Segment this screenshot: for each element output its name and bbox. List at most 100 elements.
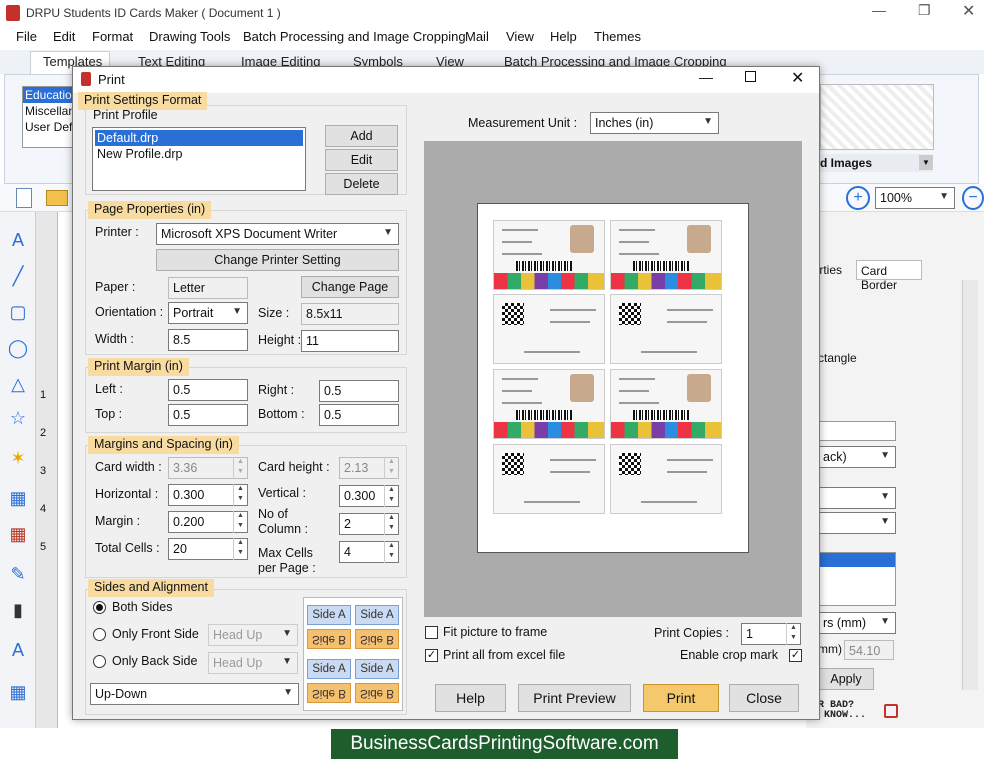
app-close-icon[interactable]: ✕ xyxy=(962,1,975,21)
enable-crop-checkbox[interactable]: ✓ xyxy=(789,649,802,662)
unit-select[interactable]: rs (mm) ▼ xyxy=(818,612,896,634)
size-field[interactable]: 54.10 xyxy=(844,640,894,660)
close-button[interactable]: Close xyxy=(729,684,799,712)
profile-item[interactable]: New Profile.drp xyxy=(95,146,303,162)
apply-button[interactable]: Apply xyxy=(818,668,874,690)
only-back-radio[interactable] xyxy=(93,655,106,668)
horizontal-spinner[interactable]: ▲ ▼ xyxy=(233,484,247,506)
card-height-label: Card height : xyxy=(258,460,330,474)
new-document-icon[interactable] xyxy=(16,188,32,208)
gallery-dropdown-icon[interactable]: ▼ xyxy=(919,155,933,170)
template-category-list[interactable]: Educatio Miscellan User Defi xyxy=(22,86,78,148)
menu-mail[interactable]: Mail xyxy=(465,29,489,44)
profile-list[interactable]: Default.drp New Profile.drp xyxy=(92,127,306,191)
zoom-in-icon[interactable]: + xyxy=(846,186,870,210)
preview-card-front xyxy=(493,369,605,439)
star-tool-icon[interactable]: ☆ xyxy=(6,406,30,430)
menu-batch[interactable]: Batch Processing and Image Cropping xyxy=(243,29,466,44)
top-margin-field[interactable]: 0.5 xyxy=(168,404,248,426)
properties-scrollbar[interactable] xyxy=(962,280,978,690)
bottom-margin-field[interactable]: 0.5 xyxy=(319,404,399,426)
dialog-maximize-icon[interactable] xyxy=(745,71,756,82)
zoom-select[interactable]: 100% ▼ xyxy=(875,187,955,209)
property-select[interactable]: ▼ xyxy=(818,487,896,509)
printer-select[interactable]: Microsoft XPS Document Writer ▼ xyxy=(156,223,399,245)
dialog-minimize-icon[interactable]: — xyxy=(699,69,713,85)
paper-field[interactable]: Letter xyxy=(168,277,248,299)
card-width-spinner[interactable]: ▲ ▼ xyxy=(233,457,247,479)
zoom-out-icon[interactable]: − xyxy=(962,186,984,210)
rectangle-tool-icon[interactable]: ▢ xyxy=(6,300,30,324)
print-preview-button[interactable]: Print Preview xyxy=(518,684,631,712)
print-profile-label: Print Profile xyxy=(93,108,158,122)
template-thumbnail[interactable] xyxy=(820,84,934,150)
property-list[interactable] xyxy=(818,552,896,606)
max-cells-spinner[interactable]: ▲ ▼ xyxy=(384,541,398,563)
property-field[interactable] xyxy=(818,421,896,441)
open-folder-icon[interactable] xyxy=(46,190,68,206)
line-tool-icon[interactable]: ╱ xyxy=(6,264,30,288)
print-all-excel-label: Print all from excel file xyxy=(443,648,566,662)
property-select[interactable]: ▼ xyxy=(818,512,896,534)
total-cells-spinner[interactable]: ▲ ▼ xyxy=(233,538,247,560)
ruler-number: 5 xyxy=(40,541,47,553)
sides-alignment-header: Sides and Alignment xyxy=(88,579,214,597)
template-category-item[interactable]: Educatio xyxy=(23,87,77,103)
card-height-spinner[interactable]: ▲ ▼ xyxy=(384,457,398,479)
menu-help[interactable]: Help xyxy=(550,29,577,44)
change-page-button[interactable]: Change Page xyxy=(301,276,399,298)
menu-file[interactable]: File xyxy=(16,29,37,44)
delete-profile-button[interactable]: Delete xyxy=(325,173,398,195)
only-front-radio[interactable] xyxy=(93,628,106,641)
symbol-tool-icon[interactable]: ✶ xyxy=(6,446,30,470)
change-printer-button[interactable]: Change Printer Setting xyxy=(156,249,399,271)
image-tool-icon[interactable]: ▦ xyxy=(6,486,30,510)
menu-view[interactable]: View xyxy=(506,29,534,44)
margin-spinner[interactable]: ▲ ▼ xyxy=(233,511,247,533)
template-category-item[interactable]: User Defi xyxy=(23,119,77,135)
app-restore-icon[interactable]: ❐ xyxy=(918,2,931,19)
dialog-close-icon[interactable]: ✕ xyxy=(791,68,804,88)
print-copies-spinner[interactable]: ▲ ▼ xyxy=(786,623,800,645)
print-copies-label: Print Copies : xyxy=(654,626,730,640)
menu-format[interactable]: Format xyxy=(92,29,133,44)
style-select[interactable]: ack) ▼ xyxy=(818,446,896,468)
right-margin-field[interactable]: 0.5 xyxy=(319,380,399,402)
signature-tool-icon[interactable]: ✎ xyxy=(6,562,30,586)
width-field[interactable]: 8.5 xyxy=(168,329,248,351)
fit-picture-checkbox[interactable] xyxy=(425,626,438,639)
template-category-item[interactable]: Miscellan xyxy=(23,103,77,119)
edit-profile-button[interactable]: Edit xyxy=(325,149,398,171)
ruler-number: 4 xyxy=(40,503,47,515)
orientation-select[interactable]: Portrait ▼ xyxy=(168,302,248,324)
tab-card-border[interactable]: Card Border xyxy=(856,260,922,292)
text-tool-icon[interactable]: A xyxy=(6,228,30,252)
help-button[interactable]: Help xyxy=(435,684,506,712)
picture-tool-icon[interactable]: ▦ xyxy=(6,680,30,704)
menu-themes[interactable]: Themes xyxy=(594,29,641,44)
watermark-tool-icon[interactable]: A xyxy=(6,638,30,662)
size-field[interactable]: 8.5x11 xyxy=(301,303,399,325)
add-profile-button[interactable]: Add xyxy=(325,125,398,147)
menu-edit[interactable]: Edit xyxy=(53,29,75,44)
triangle-tool-icon[interactable]: △ xyxy=(6,372,30,396)
front-orientation-select[interactable]: Head Up ▼ xyxy=(208,624,298,646)
ellipse-tool-icon[interactable]: ◯ xyxy=(6,336,30,360)
menu-drawing-tools[interactable]: Drawing Tools xyxy=(149,29,230,44)
both-sides-radio[interactable] xyxy=(93,601,106,614)
measurement-unit-select[interactable]: Inches (in) ▼ xyxy=(590,112,719,134)
feedback-banner[interactable]: OR BAD? S KNOW... xyxy=(812,701,884,723)
barcode-tool-icon[interactable]: ▮ xyxy=(6,598,30,622)
profile-item[interactable]: Default.drp xyxy=(95,130,303,146)
back-orientation-select[interactable]: Head Up ▼ xyxy=(208,652,298,674)
height-field[interactable]: 11 xyxy=(301,330,399,352)
print-button[interactable]: Print xyxy=(643,684,719,712)
print-all-excel-checkbox[interactable]: ✓ xyxy=(425,649,438,662)
left-margin-field[interactable]: 0.5 xyxy=(168,379,248,401)
alignment-select[interactable]: Up-Down ▼ xyxy=(90,683,299,705)
feedback-icon[interactable] xyxy=(884,704,898,718)
vertical-spinner[interactable]: ▲ ▼ xyxy=(384,485,398,507)
app-minimize-icon[interactable]: — xyxy=(872,2,886,18)
no-column-spinner[interactable]: ▲ ▼ xyxy=(384,513,398,535)
library-tool-icon[interactable]: ▦ xyxy=(6,522,30,546)
